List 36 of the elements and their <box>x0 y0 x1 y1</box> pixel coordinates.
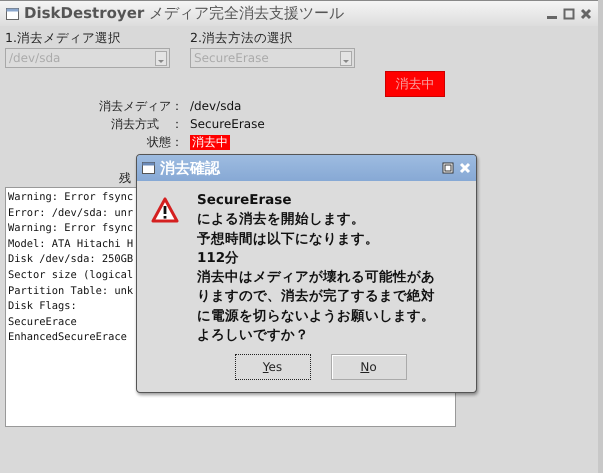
log-line: Error: /dev/sda: unr <box>8 206 134 221</box>
dialog-message-line: 112分 <box>197 248 240 268</box>
dialog-button[interactable]: No <box>330 354 406 380</box>
info-value: /dev/sda <box>190 99 242 114</box>
log-line: Disk /dev/sda: 250GB <box>8 252 134 268</box>
log-line: Model: ATA Hitachi H <box>8 236 134 252</box>
warning-icon <box>151 197 179 223</box>
info-value: SecureErase <box>190 117 265 132</box>
log-line: Disk Flags: <box>8 299 77 314</box>
status-label: 状態： <box>146 135 183 150</box>
info-label: 消去方式 ： <box>110 117 183 132</box>
log-line: Partition Table: unk <box>8 284 134 299</box>
log-line: Sector size (logical <box>8 268 134 283</box>
log-line: SecureErace <box>8 314 77 330</box>
dialog-title: 消去確認 <box>160 158 222 178</box>
window-title: DiskDestroyer メディア完全消去支援ツール <box>24 4 346 23</box>
log-line: EnhancedSecureErace <box>8 330 127 346</box>
dialog-message-line: よろしいですか？ <box>197 326 310 346</box>
log-line: Warning: Error fsync <box>8 190 134 205</box>
field-label: 2.消去方法の選択 <box>190 30 294 47</box>
field-label: 1.消去メディア選択 <box>5 30 122 47</box>
window-icon <box>6 8 19 20</box>
status-badge: 消去中 <box>190 135 230 150</box>
remaining-label: 残 <box>119 171 131 185</box>
dialog-button[interactable]: Yes <box>234 354 310 380</box>
close-icon[interactable] <box>580 8 592 20</box>
dialog-message-line: 消去中はメディアが壊れる可能性があ <box>197 268 435 288</box>
dialog-message-line: 予想時間は以下になります。 <box>197 230 380 249</box>
maximize-icon[interactable] <box>442 162 454 174</box>
log-line: Warning: Error fsync <box>8 221 134 236</box>
dialog-message-line: による消去を開始します。 <box>197 210 366 230</box>
info-label: 消去メディア： <box>98 99 183 114</box>
dialog-message-line: SecureErase <box>197 191 292 210</box>
window-icon <box>142 162 155 174</box>
dialog-message-line: に電源を切らないようお願いします。 <box>197 306 435 326</box>
dialog-message-line: りますので、消去が完了するまで絶対 <box>197 287 435 306</box>
